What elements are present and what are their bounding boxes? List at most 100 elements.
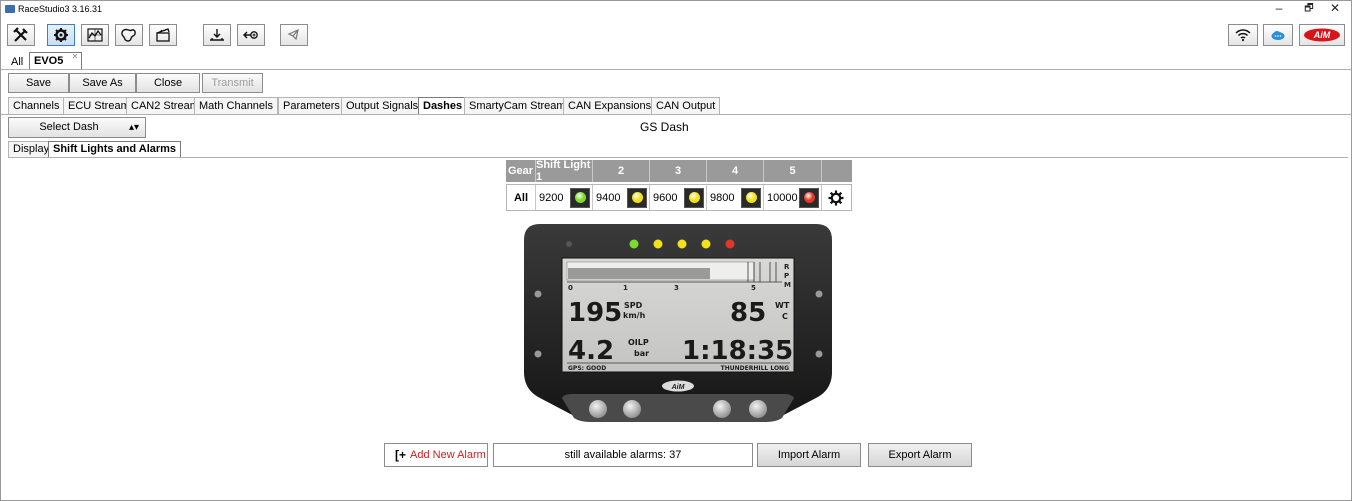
shift-lights-row: All 9200 9400 9600 9800 10000 xyxy=(506,184,852,211)
tab-smartycam-stream[interactable]: SmartyCam Stream xyxy=(464,97,571,114)
device-logo-text: AiM xyxy=(671,384,685,391)
shift-light-5-cell[interactable]: 10000 xyxy=(764,185,822,210)
doc-tab-evo5[interactable]: EVO5 ✕ xyxy=(29,52,83,69)
main-toolbar: AiM xyxy=(1,20,1351,50)
oil-pressure-label: OILP xyxy=(628,338,649,347)
cloud-icon[interactable] xyxy=(1263,24,1293,46)
import-alarm-button[interactable]: Import Alarm xyxy=(757,443,861,467)
shift-light-3-cell[interactable]: 9600 xyxy=(650,185,707,210)
add-new-alarm-label: Add New Alarm xyxy=(410,449,486,461)
doc-tab-label: EVO5 xyxy=(34,55,64,67)
shift-lights-table: Gear Shift Light 1 2 3 4 5 All 9200 9400… xyxy=(506,159,852,211)
led-yellow-icon xyxy=(631,192,643,203)
device-button-2 xyxy=(623,400,641,418)
select-dash-dropdown[interactable]: Select Dash ▴▾ xyxy=(8,117,146,138)
shift-light-4-led[interactable] xyxy=(741,187,761,208)
document-tabs: All EVO5 ✕ xyxy=(1,52,1351,69)
data-download-icon[interactable] xyxy=(203,24,231,46)
track-manager-icon[interactable] xyxy=(115,24,143,46)
header-gear: Gear xyxy=(506,160,536,182)
updown-arrows-icon: ▴▾ xyxy=(128,122,139,133)
shift-lights-header: Gear Shift Light 1 2 3 4 5 xyxy=(506,159,852,183)
divider xyxy=(1,114,1351,115)
close-button[interactable]: Close xyxy=(136,73,200,93)
minimize-button[interactable]: – xyxy=(1265,1,1293,18)
speed-value: 195 xyxy=(568,298,622,328)
shift-light-2-rpm[interactable]: 9400 xyxy=(596,192,620,204)
tab-shift-lights-alarms[interactable]: Shift Lights and Alarms xyxy=(48,141,182,157)
tab-can-expansions[interactable]: CAN Expansions xyxy=(563,97,657,114)
header-shift-light-3: 3 xyxy=(650,160,707,182)
device-led xyxy=(725,239,735,249)
rpm-tick-label: 3 xyxy=(674,284,679,292)
shift-light-5-rpm[interactable]: 10000 xyxy=(767,192,798,204)
shift-light-5-led[interactable] xyxy=(799,187,819,208)
shift-light-2-cell[interactable]: 9400 xyxy=(593,185,650,210)
export-alarm-button[interactable]: Export Alarm xyxy=(868,443,972,467)
gps-status: GPS: GOOD xyxy=(568,365,606,372)
track-name: THUNDERHILL LONG xyxy=(721,365,789,372)
dash-device-preview: 0 1 3 5 R P M 195 SPD km/h 85 WT C 4.2 O… xyxy=(520,222,836,426)
device-led xyxy=(701,239,711,249)
header-shift-light-2: 2 xyxy=(593,160,650,182)
shift-light-1-led[interactable] xyxy=(570,187,590,208)
device-led xyxy=(677,239,687,249)
add-alarm-icon: [+ xyxy=(395,448,407,462)
doc-tab-all[interactable]: All xyxy=(11,56,23,68)
tab-can-output[interactable]: CAN Output xyxy=(651,97,721,114)
import-export-icon[interactable] xyxy=(237,24,265,46)
rpm-tick-label: 1 xyxy=(623,284,628,292)
rpm-tick-label: 5 xyxy=(751,284,756,292)
mount-bolt xyxy=(815,350,823,358)
device-button-1 xyxy=(589,400,607,418)
app-icon xyxy=(5,5,15,13)
divider xyxy=(8,157,1348,158)
restore-button[interactable]: 🗗 xyxy=(1295,1,1323,18)
tab-parameters[interactable]: Parameters xyxy=(278,97,345,114)
window-title: RaceStudio3 3.16.31 xyxy=(18,4,103,14)
water-temp-label: WT xyxy=(775,301,790,310)
led-yellow-icon xyxy=(688,192,700,203)
save-as-button[interactable]: Save As xyxy=(69,73,136,93)
shift-light-4-cell[interactable]: 9800 xyxy=(707,185,764,210)
tools-icon[interactable] xyxy=(7,24,35,46)
tab-ecu-stream[interactable]: ECU Stream xyxy=(63,97,135,114)
rpm-unit-letter: R xyxy=(784,263,790,271)
select-dash-label: Select Dash xyxy=(39,121,99,133)
tab-math-channels[interactable]: Math Channels xyxy=(194,97,278,114)
speed-unit: km/h xyxy=(623,311,646,320)
rpm-unit-letter: P xyxy=(784,272,789,280)
shift-light-1-cell[interactable]: 9200 xyxy=(536,185,593,210)
mount-bolt xyxy=(815,290,823,298)
mount-bolt xyxy=(534,290,542,298)
shift-light-3-rpm[interactable]: 9600 xyxy=(653,192,677,204)
shift-light-1-rpm[interactable]: 9200 xyxy=(539,192,563,204)
shift-light-3-led[interactable] xyxy=(684,187,704,208)
analysis-icon[interactable] xyxy=(81,24,109,46)
tab-can2-stream[interactable]: CAN2 Stream xyxy=(126,97,204,114)
aim-logo-icon[interactable]: AiM xyxy=(1299,24,1345,46)
shift-light-4-rpm[interactable]: 9800 xyxy=(710,192,734,204)
tab-output-signals[interactable]: Output Signals xyxy=(341,97,424,114)
oil-pressure-unit: bar xyxy=(634,349,649,358)
close-tab-icon[interactable]: ✕ xyxy=(72,52,79,61)
wifi-icon[interactable] xyxy=(1228,24,1258,46)
dash-name: GS Dash xyxy=(640,120,689,134)
tab-dashes[interactable]: Dashes xyxy=(418,97,468,114)
tab-channels[interactable]: Channels xyxy=(8,97,65,114)
device-button-4 xyxy=(749,400,767,418)
video-clapper-icon[interactable] xyxy=(149,24,177,46)
share-icon[interactable] xyxy=(280,24,308,46)
transmit-button[interactable]: Transmit xyxy=(202,73,263,93)
add-new-alarm-button[interactable]: [+ Add New Alarm xyxy=(384,443,488,467)
close-window-button[interactable]: ✕ xyxy=(1321,1,1349,18)
shift-light-2-led[interactable] xyxy=(627,187,647,208)
save-button[interactable]: Save xyxy=(8,73,69,93)
oil-pressure-value: 4.2 xyxy=(568,336,614,366)
available-alarms-field: still available alarms: 37 xyxy=(493,443,753,467)
device-config-icon[interactable] xyxy=(47,24,75,46)
gear-settings-icon[interactable] xyxy=(822,185,850,210)
header-settings xyxy=(822,160,852,182)
header-shift-light-5: 5 xyxy=(764,160,822,182)
divider xyxy=(1,69,1351,70)
